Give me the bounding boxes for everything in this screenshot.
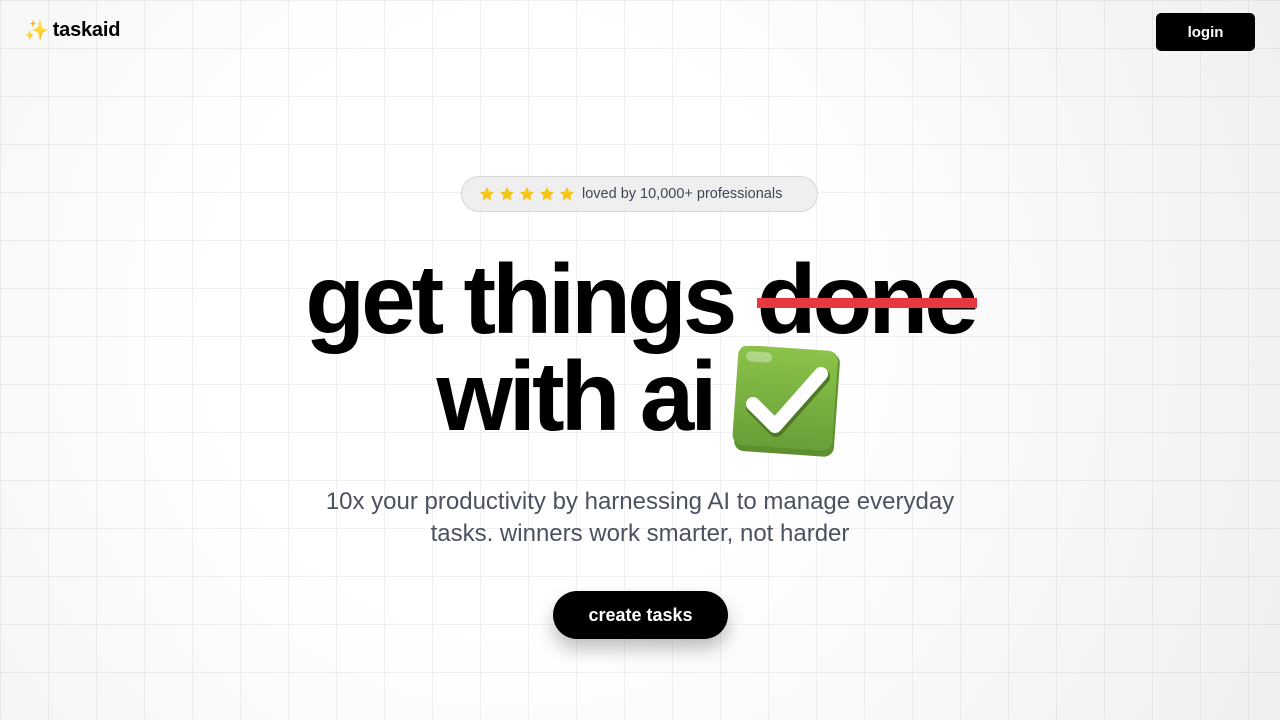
rating-badge: loved by 10,000+ professionals (461, 176, 818, 212)
sparkles-icon: ✨ (24, 19, 49, 42)
headline-line-2-text: with ai (436, 341, 718, 451)
create-tasks-button[interactable]: create tasks (553, 591, 728, 639)
login-button[interactable]: login (1156, 13, 1255, 51)
check-mark-button-icon (731, 346, 843, 458)
struck-word: done (756, 250, 979, 348)
strikethrough-bar (756, 298, 977, 308)
logo[interactable]: ✨ taskaid (24, 19, 120, 42)
headline-line-1: get things done (0, 250, 1280, 348)
top-nav: ✨ taskaid login (0, 0, 1280, 64)
star-icon (519, 186, 535, 201)
star-icon (539, 186, 555, 201)
subtitle-line-1: 10x your productivity by harnessing AI t… (325, 488, 955, 515)
star-icon (479, 186, 495, 201)
badge-text: loved by 10,000+ professionals (582, 186, 783, 202)
headline-line-2: with ai (0, 346, 1280, 458)
logo-text: taskaid (52, 19, 121, 41)
headline-prefix: get things (305, 244, 757, 354)
subtitle-line-2: tasks. winners work smarter, not harder (430, 520, 850, 547)
hero-headline: get things done with ai (0, 250, 1280, 458)
hero-subtitle: 10x your productivity by harnessing AI t… (290, 486, 990, 550)
star-icon (499, 186, 515, 201)
star-rating (478, 185, 576, 203)
star-icon (559, 186, 575, 201)
